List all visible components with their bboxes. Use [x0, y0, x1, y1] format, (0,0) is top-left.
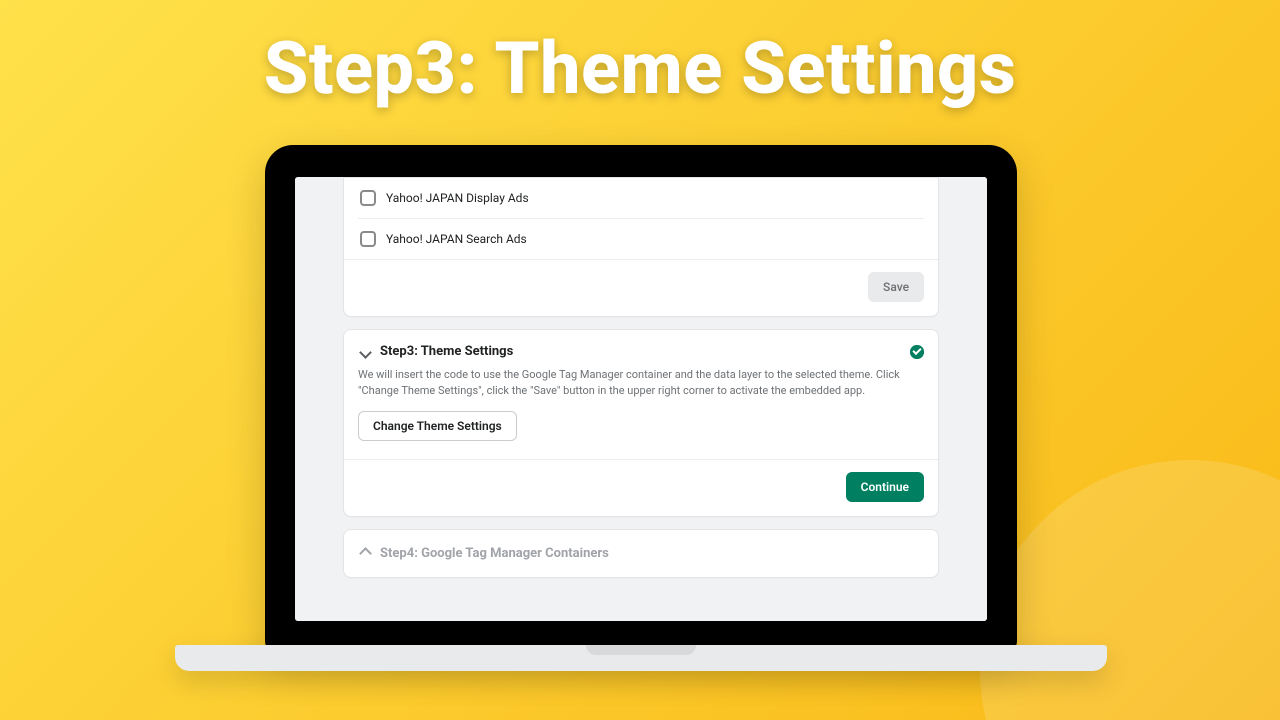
decor-circle	[980, 460, 1280, 720]
save-button[interactable]: Save	[868, 272, 924, 302]
checkbox-display-ads[interactable]	[360, 190, 376, 206]
chevron-up-icon[interactable]	[358, 546, 372, 560]
chevron-down-icon[interactable]	[358, 345, 372, 359]
card-step4-gtm-containers[interactable]: Step4: Google Tag Manager Containers	[343, 529, 939, 578]
option-label: Yahoo! JAPAN Display Ads	[386, 191, 529, 205]
page-title: Step3: Theme Settings	[0, 26, 1280, 111]
laptop-mockup: Yahoo! JAPAN Display Ads Yahoo! JAPAN Se…	[265, 145, 1017, 653]
laptop-notch	[586, 645, 696, 655]
section-description: We will insert the code to use the Googl…	[358, 367, 924, 399]
card-step3-theme-settings: Step3: Theme Settings We will insert the…	[343, 329, 939, 517]
laptop-base	[175, 645, 1107, 671]
option-label: Yahoo! JAPAN Search Ads	[386, 232, 527, 246]
app-page: Yahoo! JAPAN Display Ads Yahoo! JAPAN Se…	[295, 177, 987, 621]
option-row-display-ads[interactable]: Yahoo! JAPAN Display Ads	[358, 178, 924, 218]
section-title-step4: Step4: Google Tag Manager Containers	[380, 546, 609, 561]
card-ad-options: Yahoo! JAPAN Display Ads Yahoo! JAPAN Se…	[343, 177, 939, 317]
checkbox-search-ads[interactable]	[360, 231, 376, 247]
section-title-step3: Step3: Theme Settings	[380, 344, 513, 359]
change-theme-settings-button[interactable]: Change Theme Settings	[358, 411, 517, 441]
option-row-search-ads[interactable]: Yahoo! JAPAN Search Ads	[358, 218, 924, 259]
status-complete-icon	[910, 345, 924, 359]
laptop-screen: Yahoo! JAPAN Display Ads Yahoo! JAPAN Se…	[295, 177, 987, 621]
laptop-lid: Yahoo! JAPAN Display Ads Yahoo! JAPAN Se…	[265, 145, 1017, 653]
continue-button[interactable]: Continue	[846, 472, 924, 502]
